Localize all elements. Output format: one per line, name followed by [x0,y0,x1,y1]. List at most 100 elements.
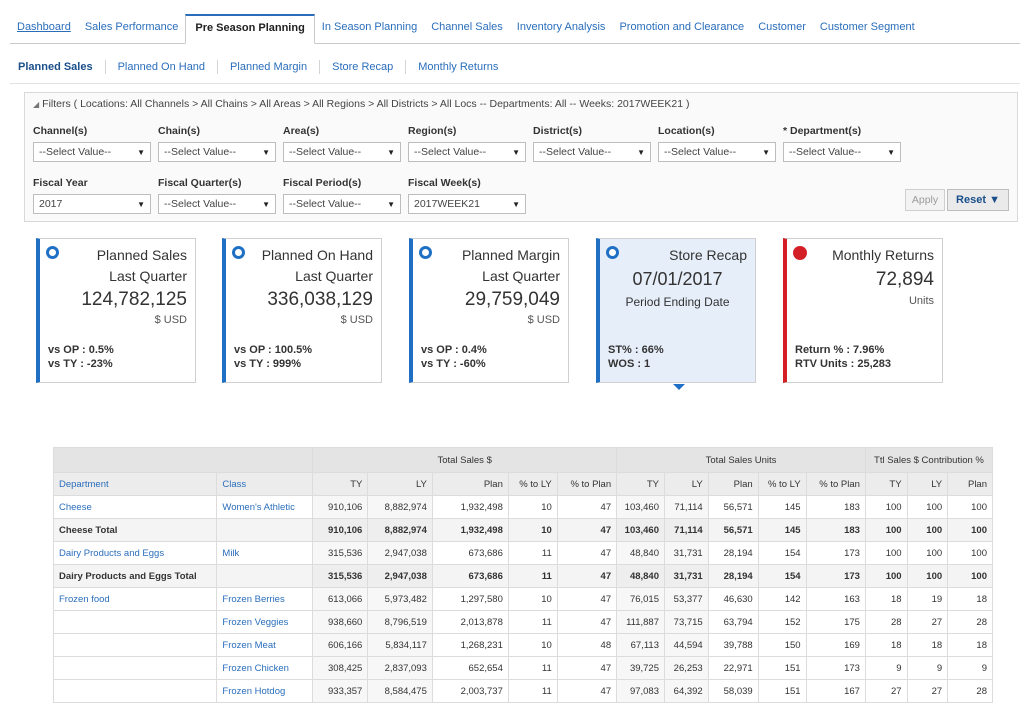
tab-customer[interactable]: Customer [751,21,813,43]
dropdown-arrow-icon: ▼ [387,199,395,209]
department-cell [52,679,218,703]
class-cell[interactable]: Frozen Chicken [216,656,314,680]
subtab-monthly-returns[interactable]: Monthly Returns [406,60,510,74]
fiscal-quarters-select[interactable]: --Select Value-- ▼ [158,194,276,214]
table-group-header-row: Total Sales $ Total Sales Units Ttl Sale… [52,447,994,473]
value-cell: 44,594 [664,633,709,657]
value-cell: 183 [805,495,866,519]
department-cell[interactable]: Dairy Products and Eggs [52,541,218,565]
sub-nav-tabs: Planned Sales Planned On Hand Planned Ma… [10,50,1020,84]
value-cell: 48,840 [616,541,665,565]
value-cell: 145 [757,518,807,542]
tab-pre-season-planning[interactable]: Pre Season Planning [185,14,315,44]
value-cell: 47 [556,495,618,519]
value-cell: 71,114 [664,495,709,519]
value-cell: 47 [556,587,618,611]
card-planned-margin[interactable]: Planned Margin Last Quarter 29,759,049 $… [409,238,569,383]
regions-select[interactable]: --Select Value-- ▼ [408,142,526,162]
class-cell[interactable]: Frozen Berries [216,587,314,611]
tab-in-season-planning[interactable]: In Season Planning [315,21,424,43]
value-cell: 167 [805,679,866,703]
value-cell: 8,584,475 [367,679,433,703]
channels-select[interactable]: --Select Value-- ▼ [33,142,151,162]
apply-button[interactable]: Apply [905,189,945,211]
value-cell: 175 [805,610,866,634]
column-header[interactable]: Class [216,472,314,496]
areas-select[interactable]: --Select Value-- ▼ [283,142,401,162]
class-cell[interactable]: Milk [216,541,314,565]
card-metric-vs-ty: vs TY : 999% [234,358,302,370]
collapse-triangle-icon[interactable]: ◢ [33,100,39,109]
card-unit: $ USD [340,314,373,326]
table-row: Frozen food Frozen Berries 613,066 5,973,48… [52,587,993,611]
chains-select[interactable]: --Select Value-- ▼ [158,142,276,162]
value-cell: 100 [947,541,993,565]
value-cell: 2,837,093 [367,656,433,680]
filter-label: Area(s) [283,125,320,137]
value-cell: 22,971 [707,656,759,680]
reset-button[interactable]: Reset ▼ [947,189,1009,211]
tab-customer-segment[interactable]: Customer Segment [813,21,922,43]
table-row: Frozen Hotdog 933,357 8,584,475 2,003,737 11… [52,679,993,703]
value-cell: 169 [805,633,866,657]
class-cell[interactable]: Frozen Veggies [216,610,314,634]
filters-summary[interactable]: ◢ Filters ( Locations: All Channels > All… [33,98,689,110]
department-cell[interactable]: Frozen food [52,587,218,611]
value-cell: 1,268,231 [431,633,509,657]
value-cell: 18 [947,587,993,611]
value-cell: 73,715 [664,610,709,634]
value-cell: 56,571 [707,495,759,519]
card-title: Planned Sales [96,247,187,263]
department-cell [52,610,218,634]
tab-dashboard[interactable]: Dashboard [10,21,78,43]
card-planned-sales[interactable]: Planned Sales Last Quarter 124,782,125 $… [36,238,196,383]
fiscal-periods-select[interactable]: --Select Value-- ▼ [283,194,401,214]
filter-row-time: Fiscal Year 2017 ▼ Fiscal Quarter(s) --Se… [33,177,533,214]
tab-promotion-and-clearance[interactable]: Promotion and Clearance [612,21,751,43]
value-cell: 1,932,498 [431,518,509,542]
value-cell: 19 [906,587,949,611]
tab-inventory-analysis[interactable]: Inventory Analysis [510,21,613,43]
column-header: % to LY [757,472,807,496]
fiscal-year-select[interactable]: 2017 ▼ [33,194,151,214]
districts-select[interactable]: --Select Value-- ▼ [533,142,651,162]
value-cell: 673,686 [431,564,509,588]
radio-circle-icon [232,246,245,259]
value-cell: 100 [947,495,993,519]
class-cell[interactable]: Women's Athletic [216,495,314,519]
value-cell: 9 [864,656,908,680]
tab-channel-sales[interactable]: Channel Sales [424,21,510,43]
filter-fiscal-periods: Fiscal Period(s) --Select Value-- ▼ [283,177,408,214]
filter-label: Chain(s) [158,125,200,137]
card-metric-vs-ty: vs TY : -23% [48,358,113,370]
filter-label: District(s) [533,125,583,137]
card-metric-st: ST% : 66% [608,344,664,356]
value-cell: 100 [864,541,908,565]
subtab-planned-on-hand[interactable]: Planned On Hand [106,59,219,74]
fiscal-weeks-select[interactable]: 2017WEEK21 ▼ [408,194,526,214]
card-planned-on-hand[interactable]: Planned On Hand Last Quarter 336,038,129… [222,238,382,383]
filter-label: Fiscal Year [33,177,88,189]
card-value: 124,782,125 [81,289,187,310]
departments-select[interactable]: --Select Value-- ▼ [783,142,901,162]
value-cell: 67,113 [616,633,665,657]
subtab-planned-margin[interactable]: Planned Margin [218,59,321,74]
value-cell: 39,725 [616,656,665,680]
class-cell[interactable]: Frozen Hotdog [216,679,314,703]
class-cell[interactable]: Frozen Meat [216,633,314,657]
locations-select[interactable]: --Select Value-- ▼ [658,142,776,162]
card-store-recap[interactable]: Store Recap 07/01/2017 Period Ending Dat… [596,238,756,383]
card-metric-vs-op: vs OP : 0.5% [48,344,114,356]
value-cell: 151 [757,679,807,703]
subtab-planned-sales[interactable]: Planned Sales [10,59,106,74]
blank-header [52,447,314,473]
department-cell: Dairy Products and Eggs Total [52,564,218,588]
red-dot-icon [793,246,807,260]
card-monthly-returns[interactable]: Monthly Returns 72,894 Units Return % : … [783,238,943,383]
column-header[interactable]: Department [52,472,218,496]
subtab-store-recap[interactable]: Store Recap [320,59,407,74]
department-cell[interactable]: Cheese [52,495,218,519]
value-cell: 938,660 [312,610,369,634]
card-metric-return-pct: Return % : 7.96% [795,344,885,356]
tab-sales-performance[interactable]: Sales Performance [78,21,186,43]
